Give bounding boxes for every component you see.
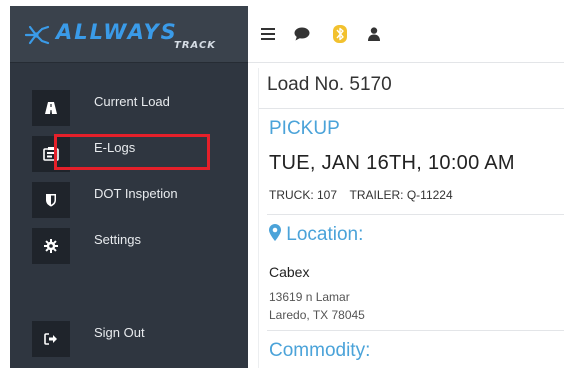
truck-trailer-info: TRUCK: 107 TRAILER: Q-11224 <box>269 188 453 202</box>
location-heading-label: Location: <box>286 224 364 245</box>
commodity-heading: Commodity: <box>269 340 371 361</box>
sidebar-item-label: Settings <box>94 232 141 247</box>
shield-icon <box>32 182 70 218</box>
chat-icon[interactable] <box>292 24 312 44</box>
divider <box>259 108 564 109</box>
pickup-heading: PICKUP <box>269 118 340 139</box>
bluetooth-icon[interactable] <box>330 24 350 44</box>
sidebar-item-label: Sign Out <box>94 325 145 340</box>
user-icon[interactable] <box>364 24 384 44</box>
sidebar: ALLWAYS TRACK Current Load E-Logs DOT In… <box>10 6 248 368</box>
sidebar-item-dot-inspection[interactable]: DOT Inspetion <box>32 182 242 222</box>
location-heading: Location: <box>269 224 363 246</box>
sidebar-item-sign-out[interactable]: Sign Out <box>32 321 242 361</box>
logo-text: ALLWAYS <box>56 20 178 44</box>
map-marker-icon <box>269 224 281 241</box>
location-name: Cabex <box>269 264 310 280</box>
address-line-1: 13619 n Lamar <box>269 290 350 304</box>
sidebar-item-current-load[interactable]: Current Load <box>32 90 242 130</box>
gear-icon <box>32 228 70 264</box>
pickup-datetime: TUE, JAN 16TH, 10:00 AM <box>269 152 515 174</box>
highlight-box <box>54 134 210 170</box>
app-logo: ALLWAYS TRACK <box>22 18 232 54</box>
sidebar-item-label: Current Load <box>94 94 170 109</box>
load-details: Load No. 5170 PICKUP TUE, JAN 16TH, 10:0… <box>258 68 564 368</box>
sign-out-icon <box>32 321 70 357</box>
menu-icon[interactable] <box>258 24 278 44</box>
road-icon <box>32 90 70 126</box>
sidebar-item-settings[interactable]: Settings <box>32 228 242 268</box>
trailer-label: TRAILER: Q-11224 <box>349 188 453 202</box>
logo-bar: ALLWAYS TRACK <box>10 6 248 63</box>
page-title: Load No. 5170 <box>267 74 392 95</box>
address-line-2: Laredo, TX 78045 <box>269 308 365 322</box>
sidebar-item-label: DOT Inspetion <box>94 186 178 201</box>
divider <box>267 330 564 331</box>
logo-subtext: TRACK <box>174 40 217 51</box>
logo-mark-icon <box>24 25 50 45</box>
app-frame: ALLWAYS TRACK Current Load E-Logs DOT In… <box>10 6 564 368</box>
top-toolbar <box>248 6 564 63</box>
truck-label: TRUCK: 107 <box>269 188 338 202</box>
divider <box>267 214 564 215</box>
